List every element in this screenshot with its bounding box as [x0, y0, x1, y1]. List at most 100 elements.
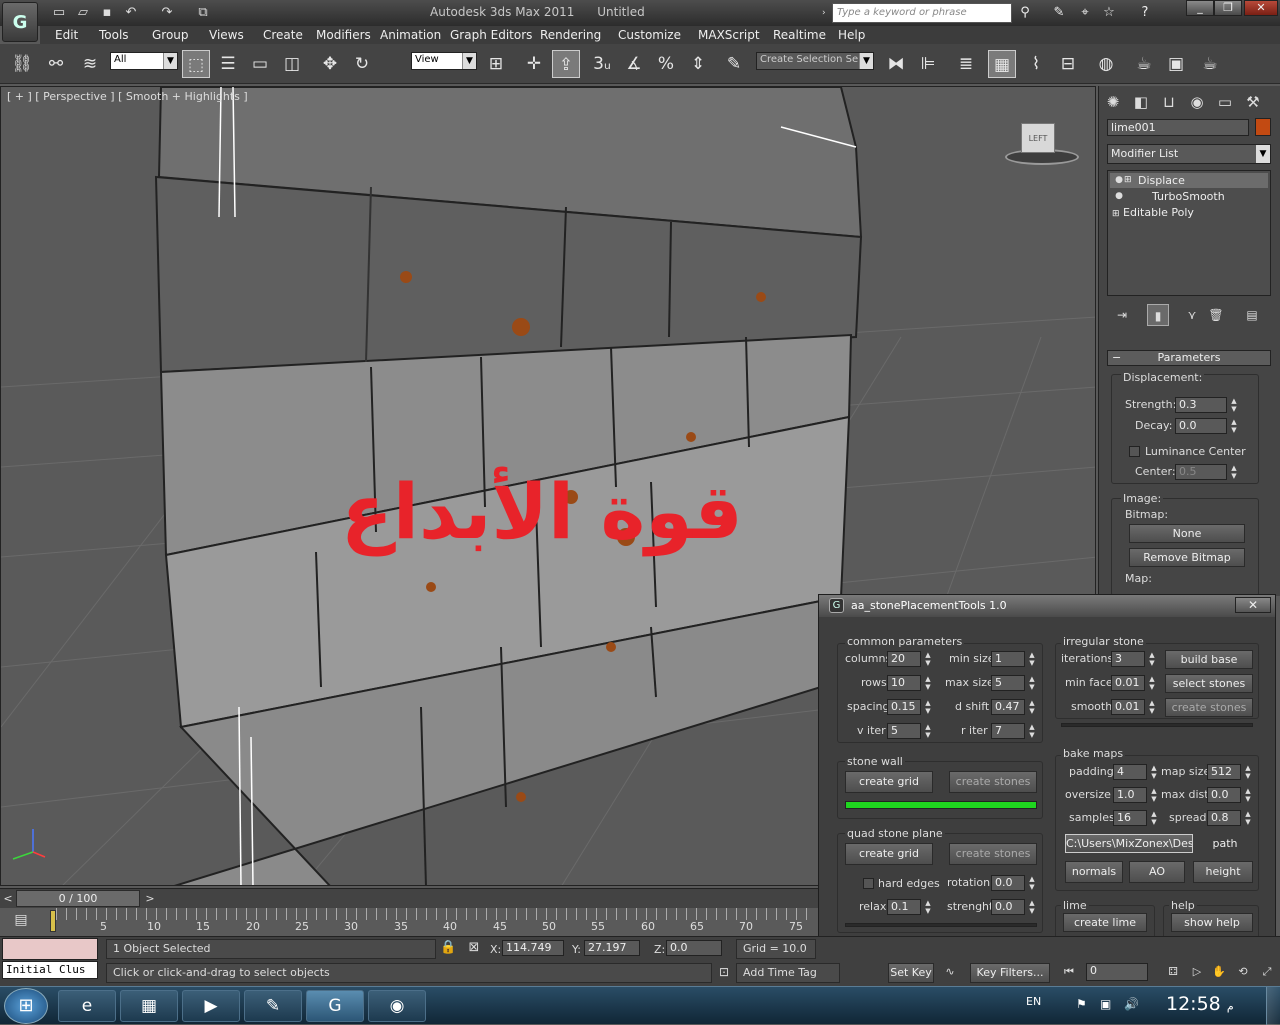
- spinner-arrows-icon[interactable]: ▲ ▼: [1229, 397, 1239, 413]
- schematic-view-icon[interactable]: ⊟: [1054, 50, 1082, 78]
- decay-spinner[interactable]: 0.0: [1175, 418, 1227, 434]
- select-stones-button[interactable]: select stones: [1165, 674, 1253, 693]
- menu-realtime[interactable]: Realtime: [773, 26, 826, 44]
- menu-create[interactable]: Create: [263, 26, 303, 44]
- menu-edit[interactable]: Edit: [55, 26, 78, 44]
- media-player-icon[interactable]: ▶: [182, 990, 240, 1022]
- snaps-toggle-icon[interactable]: 3ᵤ: [588, 50, 616, 78]
- window-crossing-icon[interactable]: ◫: [278, 50, 306, 78]
- spinner-arrows-icon[interactable]: ▲ ▼: [923, 699, 933, 715]
- menu-maxscript[interactable]: MAXScript: [698, 26, 760, 44]
- hierarchy-tab-icon[interactable]: ⊔: [1157, 90, 1181, 114]
- make-unique-icon[interactable]: ⋎: [1181, 304, 1203, 326]
- lightbulb-icon[interactable]: ●: [1114, 191, 1124, 201]
- spinner-arrows-icon[interactable]: ▲ ▼: [1027, 875, 1037, 891]
- search-input[interactable]: Type a keyword or phrase: [832, 3, 1012, 23]
- close-button[interactable]: ✕: [1244, 0, 1278, 16]
- spinner-arrows-icon[interactable]: ▲ ▼: [1027, 723, 1037, 739]
- go-to-start-icon[interactable]: ⏮: [1058, 965, 1080, 981]
- spinner-arrows-icon[interactable]: ▲ ▼: [1149, 764, 1159, 780]
- spinner-snap-icon[interactable]: ⇕: [684, 50, 712, 78]
- remove-modifier-icon[interactable]: 🗑: [1205, 304, 1227, 326]
- render-setup-icon[interactable]: ☕: [1130, 50, 1158, 78]
- absolute-mode-icon[interactable]: ⊠: [466, 940, 482, 956]
- maximize-viewport-icon[interactable]: ⤢: [1258, 965, 1276, 981]
- communication-center-icon[interactable]: ⌖: [1074, 3, 1096, 23]
- volume-icon[interactable]: 🔊: [1124, 997, 1139, 1011]
- time-slider-thumb[interactable]: 0 / 100: [16, 890, 140, 907]
- select-and-link-icon[interactable]: ⛓: [8, 50, 36, 78]
- show-end-result-icon[interactable]: ▮: [1147, 304, 1169, 326]
- samples-spinner[interactable]: 16: [1113, 810, 1147, 826]
- bitmap-none-button[interactable]: None: [1129, 524, 1245, 543]
- new-file-icon[interactable]: ▭: [50, 4, 68, 22]
- start-button[interactable]: ⊞: [4, 988, 48, 1024]
- create-lime-button[interactable]: create lime: [1063, 913, 1147, 932]
- spinner-arrows-icon[interactable]: ▲ ▼: [1027, 675, 1037, 691]
- key-filters-button[interactable]: Key Filters...: [970, 963, 1050, 983]
- menu-modifiers[interactable]: Modifiers: [316, 26, 371, 44]
- smooth-spinner[interactable]: 0.01: [1111, 699, 1145, 715]
- select-by-name-icon[interactable]: ☰: [214, 50, 242, 78]
- bake-ao-button[interactable]: AO: [1129, 861, 1185, 883]
- menu-tools[interactable]: Tools: [99, 26, 129, 44]
- object-color-swatch[interactable]: [1255, 118, 1271, 136]
- viewport-label[interactable]: [ + ] [ Perspective ] [ Smooth + Highlig…: [7, 90, 248, 103]
- spinner-arrows-icon[interactable]: ▲ ▼: [923, 899, 933, 915]
- v-iter-spinner[interactable]: 5: [887, 723, 921, 739]
- remove-bitmap-button[interactable]: Remove Bitmap: [1129, 548, 1245, 567]
- hard-edges-checkbox[interactable]: [863, 878, 874, 889]
- stack-item-turbosmooth[interactable]: ● TurboSmooth: [1110, 189, 1268, 204]
- spread-spinner[interactable]: 0.8: [1207, 810, 1241, 826]
- set-key-button[interactable]: Set Key: [888, 963, 934, 983]
- motion-tab-icon[interactable]: ◉: [1185, 90, 1209, 114]
- edit-named-selection-icon[interactable]: ✎: [720, 50, 748, 78]
- redo-icon[interactable]: ↷: [158, 4, 176, 22]
- project-folder-icon[interactable]: ⧉: [194, 4, 212, 22]
- keyboard-shortcut-override-icon[interactable]: ⇪: [552, 50, 580, 78]
- time-slider[interactable]: < 0 / 100 >: [0, 888, 818, 908]
- select-and-rotate-icon[interactable]: ↻: [348, 50, 376, 78]
- selection-filter-dropdown[interactable]: All ▼: [110, 52, 178, 70]
- bake-path-button[interactable]: path: [1197, 834, 1253, 853]
- menu-views[interactable]: Views: [209, 26, 244, 44]
- menu-group[interactable]: Group: [152, 26, 189, 44]
- padding-spinner[interactable]: 4: [1113, 764, 1147, 780]
- r-iter-spinner[interactable]: 7: [991, 723, 1025, 739]
- subscription-icon[interactable]: ✎: [1048, 3, 1070, 23]
- menu-customize[interactable]: Customize: [618, 26, 681, 44]
- viewcube-face[interactable]: LEFT: [1021, 123, 1055, 153]
- language-indicator[interactable]: EN: [1026, 995, 1041, 1008]
- configure-modifier-sets-icon[interactable]: ▤: [1241, 304, 1263, 326]
- z-coordinate-field[interactable]: 0.0: [666, 940, 722, 956]
- stone-wall-create-stones-button[interactable]: create stones: [949, 771, 1037, 793]
- unlink-icon[interactable]: ⚯: [42, 50, 70, 78]
- reference-coordinate-dropdown[interactable]: View ▼: [411, 52, 477, 70]
- quad-create-stones-button[interactable]: create stones: [949, 843, 1037, 865]
- map-size-spinner[interactable]: 512: [1207, 764, 1241, 780]
- build-base-button[interactable]: build base: [1165, 650, 1253, 669]
- menu-help[interactable]: Help: [838, 26, 865, 44]
- layer-manager-icon[interactable]: ≣: [952, 50, 980, 78]
- mirror-icon[interactable]: ⧓: [882, 50, 910, 78]
- search-expand-icon[interactable]: ›: [822, 4, 832, 22]
- action-center-icon[interactable]: ⚑: [1076, 997, 1087, 1011]
- select-object-icon[interactable]: ⬚: [182, 50, 210, 78]
- key-mode-icon[interactable]: ∿: [938, 965, 962, 981]
- selection-lock-icon[interactable]: 🔒: [440, 940, 456, 956]
- minimize-button[interactable]: _: [1186, 0, 1214, 16]
- max-dist-spinner[interactable]: 0.0: [1207, 787, 1241, 803]
- maxscript-mini-listener-pink[interactable]: [2, 938, 98, 960]
- strength-spinner[interactable]: 0.3: [1175, 397, 1227, 413]
- current-frame-field[interactable]: 0: [1086, 963, 1148, 981]
- modifier-list-dropdown[interactable]: Modifier List ▼: [1107, 144, 1271, 164]
- spinner-arrows-icon[interactable]: ▲ ▼: [1243, 810, 1253, 826]
- firefox-icon[interactable]: ◉: [368, 990, 426, 1022]
- menu-graph-editors[interactable]: Graph Editors: [450, 26, 532, 44]
- orbit-icon[interactable]: ⟲: [1234, 965, 1252, 981]
- spinner-arrows-icon[interactable]: ▲ ▼: [1149, 810, 1159, 826]
- spacing-spinner[interactable]: 0.15: [887, 699, 921, 715]
- rectangular-selection-icon[interactable]: ▭: [246, 50, 274, 78]
- clock[interactable]: 12:58 م: [1166, 993, 1234, 1015]
- rows-spinner[interactable]: 10: [887, 675, 921, 691]
